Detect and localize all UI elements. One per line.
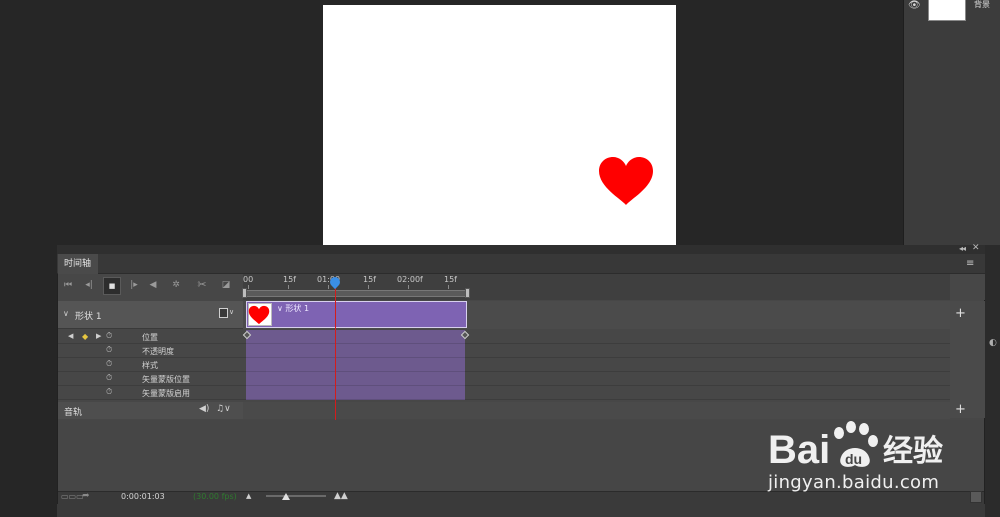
layers-panel — [903, 0, 1000, 245]
previous-keyframe-icon[interactable]: ◀ — [68, 332, 73, 340]
stopwatch-icon[interactable]: ⏱ — [106, 345, 112, 355]
property-track-fill — [246, 372, 465, 386]
document-canvas[interactable] — [323, 5, 676, 245]
layer-name[interactable]: 背景 — [974, 0, 990, 10]
add-keyframe-icon[interactable]: ◆ — [82, 332, 88, 341]
chevron-down-icon[interactable]: ∨ — [229, 308, 234, 316]
layer-title[interactable]: 形状 1 — [75, 309, 102, 322]
stopwatch-icon[interactable]: ⏱ — [106, 359, 112, 369]
go-to-first-frame-icon[interactable]: ⏮ — [61, 280, 75, 290]
ruler-tick — [368, 285, 369, 289]
film-icon[interactable] — [219, 308, 228, 318]
collapse-icon[interactable]: ◂◂ — [959, 244, 966, 253]
ruler-tick — [448, 285, 449, 289]
settings-gear-icon[interactable]: ✲ — [169, 280, 183, 290]
zoom-out-mountain-icon[interactable]: ▲ — [246, 492, 251, 500]
previous-frame-icon[interactable]: ◂| — [82, 280, 96, 290]
panel-top-bar[interactable] — [57, 245, 985, 254]
work-area-end-handle[interactable] — [465, 288, 470, 298]
stopwatch-icon[interactable]: ⏱ — [106, 387, 112, 397]
right-edge-strip — [985, 245, 1000, 517]
next-keyframe-icon[interactable]: ▶ — [96, 332, 101, 340]
next-frame-icon[interactable]: |▸ — [127, 280, 141, 290]
add-media-plus-icon[interactable]: + — [955, 306, 966, 321]
fps-readout: (30.00 fps) — [193, 492, 237, 501]
property-track-fill — [246, 358, 465, 372]
property-label: 矢量蒙版位置 — [142, 375, 190, 384]
svg-text:Bai: Bai — [768, 428, 830, 472]
ruler-label: 00 — [243, 275, 254, 284]
ruler-tick — [248, 285, 249, 289]
stopwatch-icon[interactable]: ⏱ — [106, 331, 112, 341]
property-track-fill — [246, 330, 465, 344]
work-area-start-handle[interactable] — [242, 288, 247, 298]
property-track-fill — [246, 386, 465, 400]
convert-frame-icon[interactable]: ➦ — [82, 491, 90, 501]
heart-thumbnail-icon — [248, 305, 270, 325]
zoom-slider-track[interactable] — [266, 495, 326, 497]
panel-tab-row — [57, 254, 985, 274]
svg-text:du: du — [845, 451, 862, 467]
split-scissors-icon[interactable]: ✂ — [195, 278, 209, 291]
svg-text:经验: 经验 — [883, 434, 943, 469]
music-note-icon[interactable]: ♫∨ — [216, 404, 231, 414]
property-label: 矢量蒙版启用 — [142, 389, 190, 398]
ruler-label: 15f — [444, 275, 457, 284]
speaker-icon[interactable]: ◀) — [199, 404, 209, 414]
watermark-domain: jingyan.baidu.com — [768, 472, 940, 493]
tab-timeline[interactable]: 时间轴 — [58, 254, 98, 274]
clip-name: 形状 1 — [285, 304, 310, 313]
audio-toggle-icon[interactable]: ◀ — [146, 280, 160, 290]
bottom-strip — [57, 504, 985, 517]
audio-track-label: 音轨 — [64, 408, 83, 418]
ruler-tick — [408, 285, 409, 289]
heart-shape[interactable] — [597, 155, 655, 207]
ruler-tick — [328, 285, 329, 289]
panel-menu-icon[interactable]: ≡ — [966, 258, 974, 269]
chevron-down-icon[interactable]: ∨ — [63, 309, 69, 318]
zoom-slider-thumb[interactable] — [282, 493, 290, 500]
playhead-line — [335, 286, 336, 420]
property-track-fill — [246, 344, 465, 358]
transition-icon[interactable]: ◪ — [219, 280, 233, 290]
work-area-bar[interactable] — [244, 290, 468, 297]
property-label: 位置 — [142, 333, 158, 342]
current-timecode: 0:00:01:03 — [121, 492, 165, 501]
ruler-label: 15f — [363, 275, 376, 284]
close-icon[interactable]: ✕ — [972, 243, 980, 253]
stopwatch-icon[interactable]: ⏱ — [106, 373, 112, 383]
property-label: 不透明度 — [142, 347, 174, 356]
ruler-label: 15f — [283, 275, 296, 284]
clip-label: ∨ 形状 1 — [277, 304, 310, 313]
ruler-label: 02:00f — [397, 275, 423, 284]
adjustment-icon[interactable]: ◐ — [989, 338, 997, 348]
property-label: 样式 — [142, 361, 158, 370]
ruler-tick — [288, 285, 289, 289]
zoom-in-mountain-icon[interactable]: ▲▲ — [334, 491, 348, 501]
ruler-right-block — [950, 274, 985, 300]
eye-icon[interactable]: 👁 — [908, 0, 921, 11]
render-video-icon[interactable]: ▭▭▭ — [61, 492, 84, 501]
layer-thumbnail[interactable] — [928, 0, 966, 21]
play-stop-button[interactable]: ■ — [103, 277, 121, 295]
